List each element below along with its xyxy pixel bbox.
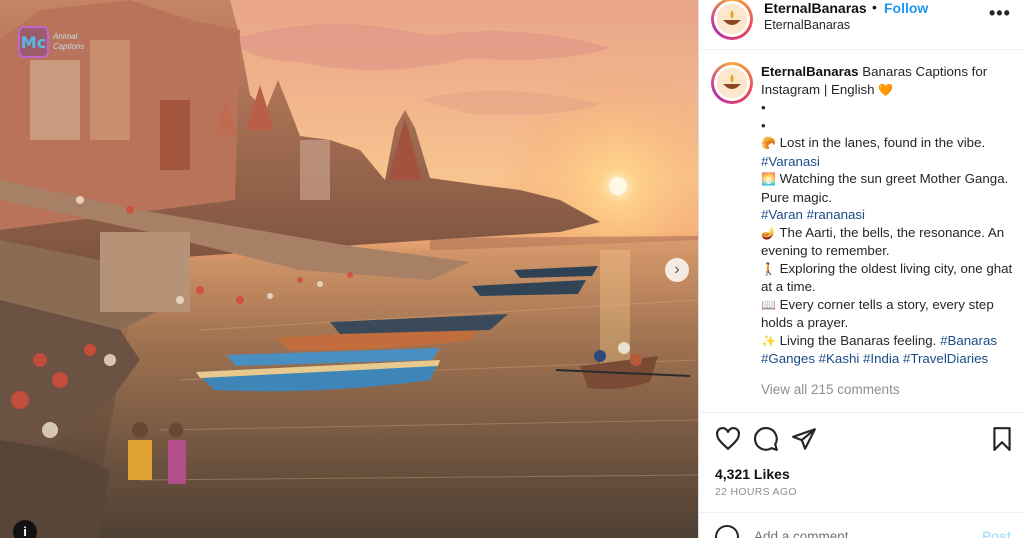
ganges-ghat-image [0, 0, 698, 538]
comment-bar: Post [699, 512, 1024, 538]
diya-lamp-icon [717, 4, 747, 34]
post-side-panel: EternalBanaras • Follow EternalBanaras •… [698, 0, 1024, 538]
hashtag[interactable]: #Varanasi [761, 153, 1023, 171]
comment-input[interactable] [754, 529, 964, 538]
caption-line-text: Living the Banaras feeling. [779, 332, 937, 348]
avatar[interactable] [711, 62, 753, 104]
post-timestamp: 22 HOURS AGO [715, 486, 797, 498]
caption-line-text: Lost in the lanes, found in the vibe. [779, 135, 986, 150]
header-username[interactable]: EternalBanaras [764, 0, 867, 16]
walking-person-icon: 🚶 [761, 261, 776, 276]
caption-section: EternalBanaras Banaras Captions for Inst… [699, 50, 1024, 413]
caption-line: 🪔 The Aarti, the bells, the resonance. A… [761, 224, 1023, 260]
post-comment-button[interactable]: Post [982, 529, 1011, 538]
header-subtitle: EternalBanaras [764, 18, 851, 32]
diya-icon: 🪔 [761, 225, 776, 240]
share-icon[interactable] [791, 426, 817, 452]
comment-icon[interactable] [753, 426, 779, 452]
likes-count[interactable]: 4,321 Likes [715, 466, 790, 482]
caption-line-text: Watching the sun greet Mother Ganga. Pur… [761, 171, 1009, 205]
view-all-comments-link[interactable]: View all 215 comments [761, 382, 900, 397]
action-bar [699, 414, 1024, 462]
post-header: EternalBanaras • Follow EternalBanaras •… [699, 0, 1024, 50]
bookmark-icon[interactable] [989, 426, 1015, 452]
header-separator: • [872, 0, 877, 15]
more-options-icon[interactable]: ••• [989, 3, 1011, 24]
caption-text: EternalBanaras Banaras Captions for Inst… [761, 63, 1023, 368]
caption-line: 🥐 Lost in the lanes, found in the vibe. [761, 134, 1023, 153]
diya-lamp-icon [717, 68, 747, 98]
caption-line: 📖 Every corner tells a story, every step… [761, 296, 1023, 332]
avatar[interactable] [711, 0, 753, 40]
croissant-icon: 🥐 [761, 136, 776, 150]
chevron-right-icon[interactable]: › [665, 258, 689, 282]
emoji-icon[interactable] [715, 525, 739, 538]
sparkles-icon: ✨ [761, 333, 776, 348]
caption-line: 🚶 Exploring the oldest living city, one … [761, 260, 1023, 296]
caption-bullet: • [761, 100, 766, 115]
caption-line-text: Every corner tells a story, every step h… [761, 296, 994, 331]
hashtag[interactable]: #Varan #rananasi [761, 206, 1023, 224]
sunrise-icon: 🌅 [761, 172, 776, 186]
follow-button[interactable]: Follow [884, 0, 928, 16]
heart-icon[interactable] [715, 426, 741, 452]
book-icon: 📖 [761, 297, 776, 312]
watermark-text: Animal Captions [52, 32, 85, 51]
watermark-logo: Mc Animal Captions [14, 22, 106, 62]
caption-line: ✨ Living the Banaras feeling. #Banaras #… [761, 332, 1023, 368]
caption-line: 🌅 Watching the sun greet Mother Ganga. P… [761, 170, 1023, 206]
info-icon[interactable]: i [13, 520, 37, 538]
watermark-mark: Mc [18, 26, 49, 58]
post-photo[interactable]: Mc Animal Captions › i [0, 0, 698, 538]
caption-line-text: Exploring the oldest living city, one gh… [761, 260, 1013, 295]
orange-heart-icon: 🧡 [878, 82, 894, 97]
caption-username[interactable]: EternalBanaras [761, 64, 859, 79]
caption-bullet: • [761, 117, 766, 133]
caption-line-text: The Aarti, the bells, the resonance. An … [761, 224, 1005, 259]
